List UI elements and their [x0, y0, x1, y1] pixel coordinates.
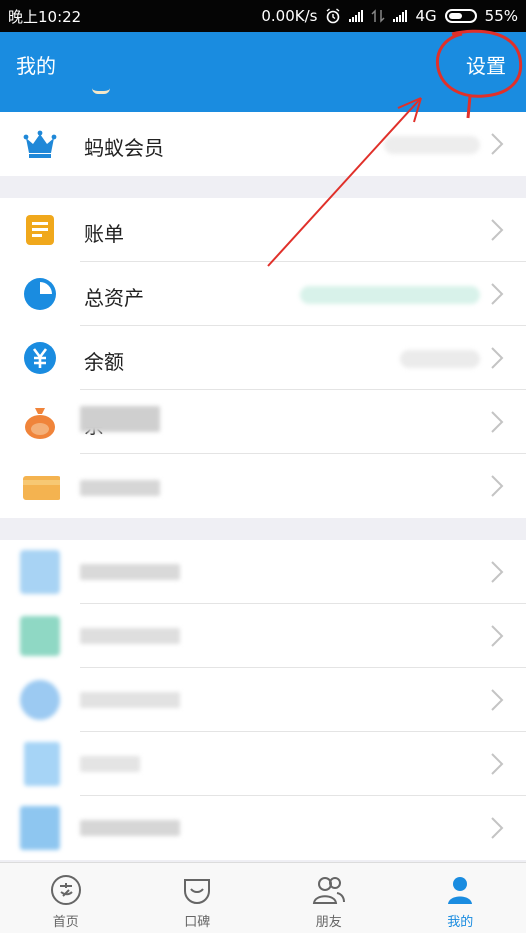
vip-row[interactable]: 蚂蚁会员 [0, 112, 526, 176]
card-icon [23, 476, 60, 500]
list-item-card[interactable] [0, 454, 526, 518]
chevron-right-icon [491, 817, 504, 839]
list-item[interactable] [0, 668, 526, 732]
chevron-right-icon [491, 219, 504, 241]
battery-icon [444, 9, 477, 23]
list-item[interactable] [0, 540, 526, 604]
koubei-icon [184, 879, 211, 904]
friends-icon [312, 877, 345, 904]
tab-home[interactable]: 首页 [0, 863, 132, 933]
chevron-right-icon [491, 283, 504, 305]
blurred-value [384, 136, 480, 154]
list-item[interactable] [0, 732, 526, 796]
tab-koubei-label: 口碑 [184, 915, 211, 930]
list-item[interactable] [0, 604, 526, 668]
blurred-label [80, 692, 180, 708]
battery-level: 55% [484, 7, 518, 25]
blurred-icon [20, 616, 60, 656]
status-time: 晚上10:22 [8, 7, 82, 26]
money-bag-icon [25, 408, 55, 439]
list-item[interactable] [0, 796, 526, 860]
data-transfer-icon [371, 9, 386, 23]
bill-icon [26, 215, 54, 245]
list-item-balance[interactable]: 余额 [0, 326, 526, 390]
pie-chart-icon [24, 278, 56, 310]
services-section [0, 540, 526, 860]
blurred-value [400, 350, 480, 368]
blurred-icon [20, 806, 60, 850]
chevron-right-icon [491, 475, 504, 497]
chevron-right-icon [491, 411, 504, 433]
blurred-label [80, 564, 180, 580]
blurred-label [80, 820, 180, 836]
tab-friends[interactable]: 朋友 [263, 863, 395, 933]
chevron-right-icon [491, 347, 504, 369]
list-item-assets[interactable]: 总资产 [0, 262, 526, 326]
alarm-icon [327, 8, 340, 24]
chevron-right-icon [491, 133, 504, 155]
vip-section: 蚂蚁会员 [0, 112, 526, 176]
assets-label: 总资产 [84, 286, 144, 310]
alipay-icon [50, 875, 81, 905]
tab-me-label: 我的 [447, 915, 474, 930]
settings-button[interactable]: 设置 [466, 50, 506, 79]
chevron-right-icon [491, 625, 504, 647]
signal-icon-2 [393, 10, 408, 22]
blurred-icon [20, 550, 60, 594]
tab-home-label: 首页 [52, 915, 79, 930]
finance-section: 账单 总资产 余额 余 [0, 198, 526, 518]
yuan-icon [24, 342, 56, 374]
balance-label: 余额 [84, 350, 124, 374]
me-icon [448, 877, 473, 904]
blurred-icon [20, 680, 60, 720]
blurred-label [80, 756, 140, 772]
network-speed: 0.00K/s [261, 7, 318, 25]
blurred-label [80, 480, 160, 496]
network-type: 4G [415, 7, 437, 25]
tab-me[interactable]: 我的 [395, 863, 526, 933]
tab-friends-label: 朋友 [315, 915, 342, 930]
header: 我的 设置 [0, 32, 526, 112]
page-title: 我的 [16, 54, 56, 78]
blurred-label [80, 628, 180, 644]
tab-koubei[interactable]: 口碑 [132, 863, 264, 933]
chevron-right-icon [491, 561, 504, 583]
vip-label: 蚂蚁会员 [84, 136, 164, 160]
avatar-fragment [92, 88, 110, 94]
list-item-bill[interactable]: 账单 [0, 198, 526, 262]
blurred-value [300, 286, 480, 304]
list-item-yuebao[interactable]: 余 [0, 390, 526, 454]
chevron-right-icon [491, 689, 504, 711]
crown-icon [23, 130, 57, 158]
signal-icon [349, 10, 364, 22]
tab-bar: 首页 口碑 朋友 我的 [0, 862, 526, 933]
status-bar: 晚上10:22 0.00K/s 4G 55% [0, 0, 526, 32]
bill-label: 账单 [84, 222, 124, 246]
status-right: 0.00K/s 4G 55% [261, 7, 518, 25]
chevron-right-icon [491, 753, 504, 775]
blurred-icon [24, 742, 60, 786]
blurred-label [80, 406, 160, 432]
